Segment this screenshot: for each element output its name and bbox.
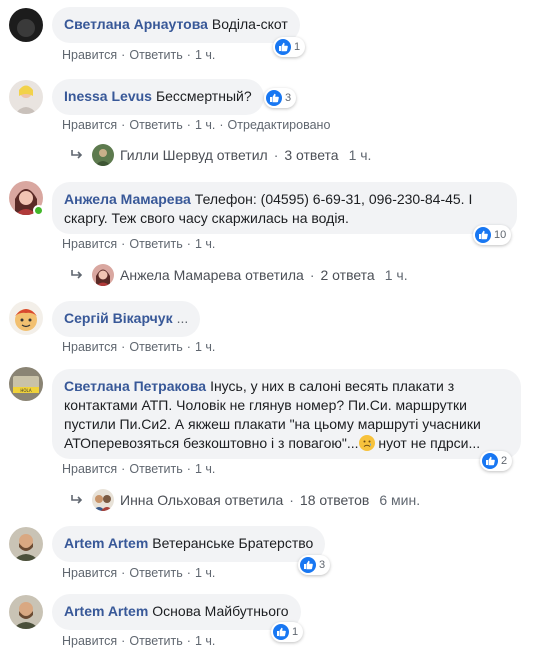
avatar[interactable] xyxy=(9,527,43,561)
comment-text: Ветеранське Братерство xyxy=(152,535,314,551)
edited-label[interactable]: Отредактировано xyxy=(228,118,331,132)
reaction-count[interactable]: 2 xyxy=(480,451,513,471)
reply-arrow-icon xyxy=(71,495,83,504)
comment-bubble: Artem Artem Основа Майбутнього xyxy=(52,594,301,630)
reaction-count[interactable]: 1 xyxy=(273,37,306,57)
reaction-count[interactable]: 1 xyxy=(271,622,304,642)
like-reaction-icon xyxy=(275,39,291,55)
reply-button[interactable]: Ответить xyxy=(129,118,182,132)
like-button[interactable]: Нравится xyxy=(62,237,117,251)
author-link[interactable]: Светлана Петракова xyxy=(64,378,206,394)
comment-actions: Нравится · Ответить · 1 ч. xyxy=(62,237,216,251)
avatar[interactable] xyxy=(9,595,43,629)
timestamp[interactable]: 1 ч. xyxy=(195,634,215,648)
timestamp[interactable]: 1 ч. xyxy=(195,462,215,476)
comment-actions: Нравится · Ответить · 1 ч. · Отредактировано xyxy=(62,118,331,132)
reply-summary[interactable]: Гилли Шервуд ответил · 3 ответа 1 ч. xyxy=(70,144,371,166)
sad-face-emoji-icon xyxy=(358,435,375,451)
avatar[interactable] xyxy=(9,8,43,42)
comment-bubble: Светлана Петракова Інусь, у них в салоні … xyxy=(52,369,521,459)
comment-text-line-1: Телефон: (04595) 6-69-31, 096-230-84-45.… xyxy=(194,191,473,207)
author-link[interactable]: Artem Artem xyxy=(64,535,148,551)
online-status-icon xyxy=(33,205,44,216)
comment-bubble: Artem Artem Ветеранське Братерство xyxy=(52,526,326,562)
like-reaction-icon xyxy=(475,227,491,243)
author-link[interactable]: Светлана Арнаутова xyxy=(64,16,208,32)
like-button[interactable]: Нравится xyxy=(62,462,117,476)
like-reaction-icon xyxy=(273,624,289,640)
avatar[interactable] xyxy=(9,301,43,335)
author-link[interactable]: Сергій Вікарчук xyxy=(64,310,173,326)
comment-text-line-4: АТОперевозяться безкоштовно і з повагою"… xyxy=(64,435,359,451)
reply-button[interactable]: Ответить xyxy=(129,340,182,354)
reaction-count[interactable]: 10 xyxy=(473,225,512,245)
timestamp[interactable]: 1 ч. xyxy=(195,237,215,251)
like-reaction-icon xyxy=(266,90,282,106)
author-link[interactable]: Анжела Мамарева xyxy=(64,191,191,207)
reply-arrow-icon xyxy=(71,270,83,279)
reply-avatar xyxy=(92,144,114,166)
comment-text-line-3: пустили Пи.Си2. А якжеш плакати "на цьом… xyxy=(64,416,481,432)
reaction-count[interactable]: 3 xyxy=(298,555,331,575)
comment-actions: Нравится · Ответить · 1 ч. xyxy=(62,634,216,648)
like-button[interactable]: Нравится xyxy=(62,566,117,580)
like-reaction-icon xyxy=(482,453,498,469)
comment-actions: Нравится · Ответить · 1 ч. xyxy=(62,462,216,476)
comment-text: ... xyxy=(176,310,189,326)
comment-text-line-2: контактами АТП. Чоловік не глянув номер?… xyxy=(64,397,467,413)
reply-button[interactable]: Ответить xyxy=(129,462,182,476)
timestamp[interactable]: 1 ч. xyxy=(195,48,215,62)
svg-text:HOLA: HOLA xyxy=(20,388,31,393)
reply-summary[interactable]: Инна Ольховая ответила · 18 ответов 6 мин. xyxy=(70,489,420,511)
timestamp[interactable]: 1 ч. xyxy=(195,340,215,354)
like-button[interactable]: Нравится xyxy=(62,634,117,648)
timestamp[interactable]: 1 ч. xyxy=(195,118,215,132)
reply-button[interactable]: Ответить xyxy=(129,48,182,62)
comment-bubble: Inessa Levus Бессмертный? xyxy=(52,79,264,115)
like-button[interactable]: Нравится xyxy=(62,48,117,62)
comment-actions: Нравится · Ответить · 1 ч. xyxy=(62,48,216,62)
like-reaction-icon xyxy=(300,557,316,573)
author-link[interactable]: Inessa Levus xyxy=(64,88,152,104)
timestamp[interactable]: 1 ч. xyxy=(195,566,215,580)
comment-text: Бессмертный? xyxy=(155,88,252,104)
like-button[interactable]: Нравится xyxy=(62,118,117,132)
reply-button[interactable]: Ответить xyxy=(129,634,182,648)
like-button[interactable]: Нравится xyxy=(62,340,117,354)
reply-avatar xyxy=(92,489,114,511)
comment-bubble: Анжела Мамарева Телефон: (04595) 6-69-31,… xyxy=(52,182,517,234)
reply-summary[interactable]: Анжела Мамарева ответила · 2 ответа 1 ч. xyxy=(70,264,408,286)
reply-avatar xyxy=(92,264,114,286)
author-link[interactable]: Artem Artem xyxy=(64,603,148,619)
avatar[interactable]: HOLA xyxy=(9,367,43,401)
comment-text-line-4b: нуот не пдрси... xyxy=(374,435,481,451)
comment-text: Воділа-скот xyxy=(211,16,288,32)
comment-text-line-1: Інусь, у них в салоні весять плакати з xyxy=(210,378,455,394)
comment-text-line-2: скаргу. Теж свого часу скаржилась на вод… xyxy=(64,210,349,226)
reply-arrow-icon xyxy=(71,150,83,159)
comment-bubble: Светлана Арнаутова Воділа-скот xyxy=(52,7,300,43)
reply-button[interactable]: Ответить xyxy=(129,566,182,580)
comment-text: Основа Майбутнього xyxy=(152,603,289,619)
comment-actions: Нравится · Ответить · 1 ч. xyxy=(62,566,216,580)
reply-button[interactable]: Ответить xyxy=(129,237,182,251)
reaction-count[interactable]: 3 xyxy=(264,88,297,108)
avatar[interactable] xyxy=(9,80,43,114)
comment-actions: Нравится · Ответить · 1 ч. xyxy=(62,340,216,354)
comment-bubble: Сергій Вікарчук... xyxy=(52,301,201,337)
